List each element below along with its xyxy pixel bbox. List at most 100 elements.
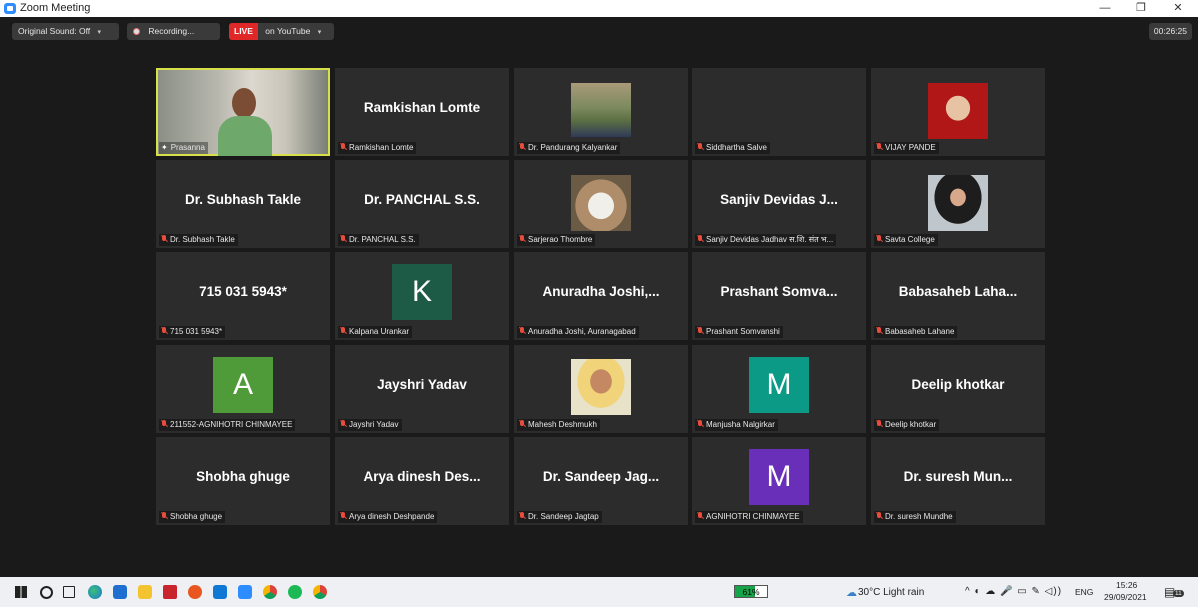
participant-tile-sanjiv[interactable]: Sanjiv Devidas J... Sanjiv Devidas Jadhav… [692,160,866,248]
participant-name: Ramkishan Lomte [349,143,414,152]
windows-icon[interactable] [15,586,27,598]
participant-tile-shobha[interactable]: Shobha ghuge Shobha ghuge [156,437,330,525]
participant-display-name: 715 031 5943* [199,284,287,299]
participant-display-name: Dr. suresh Mun... [903,469,1013,484]
participant-tile-suresh[interactable]: Dr. suresh Mun... Dr. suresh Mundhe [871,437,1045,525]
participant-tile-subhash[interactable]: Dr. Subhash Takle Dr. Subhash Takle [156,160,330,248]
participant-name-tag: VIJAY PANDE [874,142,939,154]
edge-icon[interactable] [88,585,102,599]
participant-photo [571,175,631,231]
window-title: Zoom Meeting [20,2,91,14]
participant-tile-siddhartha[interactable]: Siddhartha Salve [692,68,866,156]
participant-avatar: A [213,357,273,413]
participant-name-tag: Savta College [874,234,938,246]
muted-mic-icon [340,420,346,428]
weather-icon[interactable]: ☁ [846,586,857,599]
participant-avatar: K [392,264,452,320]
participant-tile-pandurang[interactable]: Dr. Pandurang Kalyankar [514,68,688,156]
participant-name: Sarjerao Thombre [528,235,593,244]
chrome-profile-icon[interactable] [313,585,327,599]
participant-tile-arya[interactable]: Arya dinesh Des... Arya dinesh Deshpande [335,437,509,525]
participant-name-tag: Sarjerao Thombre [517,234,596,246]
participant-tile-phone[interactable]: 715 031 5943* 715 031 5943* [156,252,330,340]
muted-mic-icon [519,420,525,428]
chrome-icon[interactable] [263,585,277,599]
clock-time[interactable]: 15:26 [1116,580,1137,590]
participant-name-tag: Siddhartha Salve [695,142,770,154]
participant-name-tag: 715 031 5943* [159,326,226,338]
maximize-button[interactable]: ❐ [1126,0,1156,17]
participant-display-name: Sanjiv Devidas J... [720,192,838,207]
live-platform-label: on YouTube [265,26,311,36]
participant-name: Dr. suresh Mundhe [885,512,953,521]
battery-indicator[interactable]: 61% [734,585,768,598]
participant-name: Manjusha Nalgirkar [706,420,775,429]
participant-tile-agnihotri1[interactable]: A 211552-AGNIHOTRI CHINMAYEE [156,345,330,433]
muted-mic-icon [697,327,703,335]
participant-tile-manjusha[interactable]: M Manjusha Nalgirkar [692,345,866,433]
notification-badge: 11 [1173,590,1184,597]
muted-mic-icon [340,512,346,520]
original-sound-toggle[interactable]: Original Sound: Off ▾ [12,23,119,40]
participant-display-name: Anuradha Joshi,... [542,284,660,299]
participant-name: Babasaheb Lahane [885,327,955,336]
participant-tile-kalpana[interactable]: K Kalpana Urankar [335,252,509,340]
participant-name-tag: Ramkishan Lomte [338,142,417,154]
participant-tile-panchal[interactable]: Dr. PANCHAL S.S. Dr. PANCHAL S.S. [335,160,509,248]
muted-mic-icon [161,512,167,520]
participant-display-name: Jayshri Yadav [377,377,467,392]
participant-tile-sarjerao[interactable]: Sarjerao Thombre [514,160,688,248]
task-view-icon[interactable] [63,586,75,598]
clock-date[interactable]: 29/09/2021 [1104,592,1147,602]
mcafee-icon[interactable] [163,585,177,599]
participant-name-tag: Dr. PANCHAL S.S. [338,234,419,246]
muted-mic-icon [876,512,882,520]
chevron-down-icon: ▾ [97,29,102,36]
participant-name: Kalpana Urankar [349,327,410,336]
participant-tile-savta[interactable]: Savta College [871,160,1045,248]
close-button[interactable]: ✕ [1163,0,1193,17]
participant-tile-mahesh[interactable]: Mahesh Deshmukh [514,345,688,433]
system-tray-icons[interactable]: ^ ◐ ☁ 🎤 ▭ ✎ ◁)) [965,586,1062,597]
mail-icon[interactable] [113,585,127,599]
participant-tile-jayshri[interactable]: Jayshri Yadav Jayshri Yadav [335,345,509,433]
participant-name: Sanjiv Devidas Jadhav स.शि. संत भ... [706,235,834,244]
participant-name-tag: ✦ Prasanna [159,142,208,154]
spotify-icon[interactable] [288,585,302,599]
office-icon[interactable] [188,585,202,599]
meeting-topbar: Original Sound: Off ▾ Recording... LIVE … [0,17,1198,47]
participant-avatar: M [749,357,809,413]
muted-mic-icon [340,235,346,243]
outlook-icon[interactable] [213,585,227,599]
recording-indicator[interactable]: Recording... [127,23,220,40]
language-indicator[interactable]: ENG [1075,587,1093,597]
participant-tile-sandeep[interactable]: Dr. Sandeep Jag... Dr. Sandeep Jagtap [514,437,688,525]
participant-tile-deelip[interactable]: Deelip khotkar Deelip khotkar [871,345,1045,433]
participant-name: Anuradha Joshi, Auranagabad [528,327,636,336]
participant-tile-prasanna[interactable]: ✦ Prasanna [156,68,330,156]
participant-name-tag: AGNIHOTRI CHINMAYEE [695,511,803,523]
participant-tile-agnihotri2[interactable]: M AGNIHOTRI CHINMAYEE [692,437,866,525]
minimize-button[interactable]: — [1090,0,1120,17]
participant-display-name: Shobha ghuge [196,469,290,484]
participant-tile-vijay[interactable]: VIJAY PANDE [871,68,1045,156]
participant-photo [928,83,988,139]
original-sound-label: Original Sound: Off [18,26,91,36]
search-icon[interactable] [40,586,53,599]
participant-name: Arya dinesh Deshpande [349,512,435,521]
participant-tile-babasaheb[interactable]: Babasaheb Laha... Babasaheb Lahane [871,252,1045,340]
live-stream-indicator[interactable]: LIVE on YouTube ▾ [229,23,334,40]
muted-mic-icon [876,420,882,428]
participant-tile-anuradha[interactable]: Anuradha Joshi,... Anuradha Joshi, Aurana… [514,252,688,340]
file-explorer-icon[interactable] [138,585,152,599]
participant-tile-prashant[interactable]: Prashant Somva... Prashant Somvanshi [692,252,866,340]
participant-tile-ramkishan[interactable]: Ramkishan Lomte Ramkishan Lomte [335,68,509,156]
zoom-icon[interactable] [238,585,252,599]
muted-mic-icon [519,512,525,520]
participant-display-name: Ramkishan Lomte [363,100,481,115]
participant-name: Dr. PANCHAL S.S. [349,235,416,244]
muted-mic-icon [876,235,882,243]
muted-mic-icon [697,143,703,151]
participant-name-tag: Prashant Somvanshi [695,326,783,338]
weather-label[interactable]: 30°C Light rain [858,587,924,598]
